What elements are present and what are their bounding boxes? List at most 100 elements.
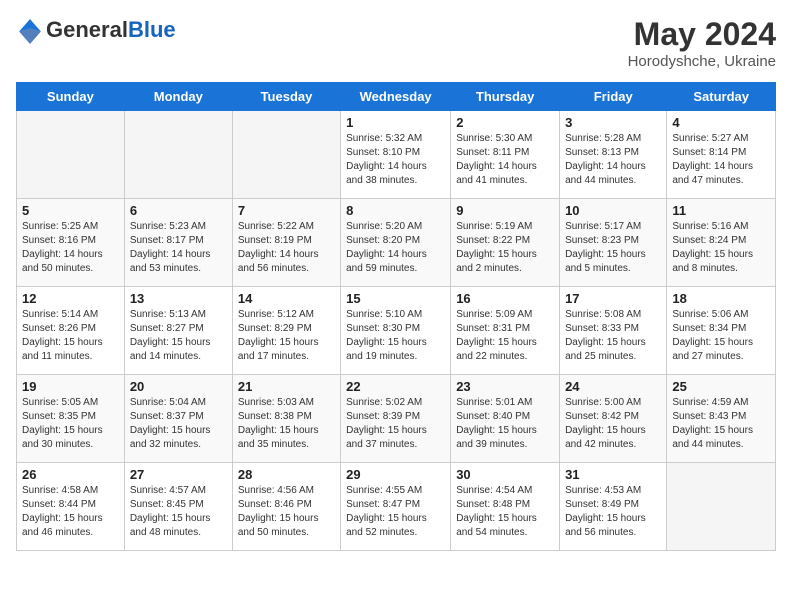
calendar-day-cell: 1 Sunrise: 5:32 AM Sunset: 8:10 PM Daylig…: [341, 111, 451, 199]
day-info: Sunrise: 5:27 AM Sunset: 8:14 PM Dayligh…: [672, 132, 770, 188]
day-number: 4: [672, 115, 770, 130]
calendar-day-cell: 8 Sunrise: 5:20 AM Sunset: 8:20 PM Daylig…: [341, 199, 451, 287]
day-number: 3: [565, 115, 661, 130]
day-info: Sunrise: 5:00 AM Sunset: 8:42 PM Dayligh…: [565, 396, 661, 452]
day-info: Sunrise: 5:30 AM Sunset: 8:11 PM Dayligh…: [456, 132, 554, 188]
day-number: 29: [346, 467, 445, 482]
calendar-day-cell: 14 Sunrise: 5:12 AM Sunset: 8:29 PM Dayli…: [232, 287, 340, 375]
day-number: 23: [456, 379, 554, 394]
day-info: Sunrise: 5:13 AM Sunset: 8:27 PM Dayligh…: [130, 308, 227, 364]
calendar-week-row: 5 Sunrise: 5:25 AM Sunset: 8:16 PM Daylig…: [17, 199, 776, 287]
day-info: Sunrise: 5:32 AM Sunset: 8:10 PM Dayligh…: [346, 132, 445, 188]
calendar-day-cell: 2 Sunrise: 5:30 AM Sunset: 8:11 PM Daylig…: [451, 111, 560, 199]
day-info: Sunrise: 4:59 AM Sunset: 8:43 PM Dayligh…: [672, 396, 770, 452]
weekday-header-cell: Wednesday: [341, 83, 451, 111]
day-info: Sunrise: 5:23 AM Sunset: 8:17 PM Dayligh…: [130, 220, 227, 276]
day-info: Sunrise: 5:19 AM Sunset: 8:22 PM Dayligh…: [456, 220, 554, 276]
calendar-week-row: 12 Sunrise: 5:14 AM Sunset: 8:26 PM Dayli…: [17, 287, 776, 375]
calendar-week-row: 26Sunrise: 4:58 AM Sunset: 8:44 PM Dayli…: [17, 463, 776, 551]
day-info: Sunrise: 5:12 AM Sunset: 8:29 PM Dayligh…: [238, 308, 335, 364]
day-number: 5: [22, 203, 119, 218]
weekday-header-cell: Sunday: [17, 83, 125, 111]
day-info: Sunrise: 5:16 AM Sunset: 8:24 PM Dayligh…: [672, 220, 770, 276]
day-number: 28: [238, 467, 335, 482]
day-number: 10: [565, 203, 661, 218]
month-title: May 2024: [628, 16, 776, 53]
calendar-day-cell: 10 Sunrise: 5:17 AM Sunset: 8:23 PM Dayli…: [560, 199, 667, 287]
calendar-week-row: 1 Sunrise: 5:32 AM Sunset: 8:10 PM Daylig…: [17, 111, 776, 199]
weekday-header-cell: Friday: [560, 83, 667, 111]
calendar-day-cell: 24 Sunrise: 5:00 AM Sunset: 8:42 PM Dayli…: [560, 375, 667, 463]
calendar-day-cell: 22Sunrise: 5:02 AM Sunset: 8:39 PM Dayli…: [341, 375, 451, 463]
day-number: 14: [238, 291, 335, 306]
calendar-day-cell: 19 Sunrise: 5:05 AM Sunset: 8:35 PM Dayli…: [17, 375, 125, 463]
day-number: 12: [22, 291, 119, 306]
day-info: Sunrise: 5:22 AM Sunset: 8:19 PM Dayligh…: [238, 220, 335, 276]
calendar-day-cell: [232, 111, 340, 199]
day-number: 2: [456, 115, 554, 130]
day-info: Sunrise: 4:58 AM Sunset: 8:44 PM Dayligh…: [22, 484, 119, 540]
day-number: 17: [565, 291, 661, 306]
weekday-header-row: SundayMondayTuesdayWednesdayThursdayFrid…: [17, 83, 776, 111]
day-info: Sunrise: 5:02 AM Sunset: 8:39 PM Dayligh…: [346, 396, 445, 452]
calendar-day-cell: 9 Sunrise: 5:19 AM Sunset: 8:22 PM Daylig…: [451, 199, 560, 287]
calendar-day-cell: 20Sunrise: 5:04 AM Sunset: 8:37 PM Dayli…: [124, 375, 232, 463]
day-info: Sunrise: 4:54 AM Sunset: 8:48 PM Dayligh…: [456, 484, 554, 540]
calendar-day-cell: [17, 111, 125, 199]
calendar-day-cell: 30Sunrise: 4:54 AM Sunset: 8:48 PM Dayli…: [451, 463, 560, 551]
day-number: 13: [130, 291, 227, 306]
day-number: 25: [672, 379, 770, 394]
day-number: 18: [672, 291, 770, 306]
calendar-day-cell: 5 Sunrise: 5:25 AM Sunset: 8:16 PM Daylig…: [17, 199, 125, 287]
day-number: 7: [238, 203, 335, 218]
calendar-day-cell: 25 Sunrise: 4:59 AM Sunset: 8:43 PM Dayli…: [667, 375, 776, 463]
logo: GeneralBlue: [16, 16, 176, 44]
weekday-header-cell: Tuesday: [232, 83, 340, 111]
day-info: Sunrise: 5:17 AM Sunset: 8:23 PM Dayligh…: [565, 220, 661, 276]
day-info: Sunrise: 5:25 AM Sunset: 8:16 PM Dayligh…: [22, 220, 119, 276]
day-info: Sunrise: 4:56 AM Sunset: 8:46 PM Dayligh…: [238, 484, 335, 540]
day-info: Sunrise: 5:05 AM Sunset: 8:35 PM Dayligh…: [22, 396, 119, 452]
calendar-week-row: 19 Sunrise: 5:05 AM Sunset: 8:35 PM Dayli…: [17, 375, 776, 463]
calendar-day-cell: 31Sunrise: 4:53 AM Sunset: 8:49 PM Dayli…: [560, 463, 667, 551]
page-header: GeneralBlue May 2024 Horodyshche, Ukrain…: [16, 16, 776, 70]
day-number: 6: [130, 203, 227, 218]
day-info: Sunrise: 4:57 AM Sunset: 8:45 PM Dayligh…: [130, 484, 227, 540]
day-number: 19: [22, 379, 119, 394]
day-info: Sunrise: 5:06 AM Sunset: 8:34 PM Dayligh…: [672, 308, 770, 364]
calendar-day-cell: 6 Sunrise: 5:23 AM Sunset: 8:17 PM Daylig…: [124, 199, 232, 287]
weekday-header-cell: Monday: [124, 83, 232, 111]
location-subtitle: Horodyshche, Ukraine: [628, 53, 776, 70]
day-number: 8: [346, 203, 445, 218]
day-info: Sunrise: 5:10 AM Sunset: 8:30 PM Dayligh…: [346, 308, 445, 364]
day-number: 16: [456, 291, 554, 306]
day-info: Sunrise: 5:28 AM Sunset: 8:13 PM Dayligh…: [565, 132, 661, 188]
day-info: Sunrise: 5:14 AM Sunset: 8:26 PM Dayligh…: [22, 308, 119, 364]
calendar-day-cell: 3 Sunrise: 5:28 AM Sunset: 8:13 PM Daylig…: [560, 111, 667, 199]
calendar-day-cell: 13 Sunrise: 5:13 AM Sunset: 8:27 PM Dayli…: [124, 287, 232, 375]
day-info: Sunrise: 5:20 AM Sunset: 8:20 PM Dayligh…: [346, 220, 445, 276]
day-number: 11: [672, 203, 770, 218]
day-number: 27: [130, 467, 227, 482]
calendar-day-cell: 7 Sunrise: 5:22 AM Sunset: 8:19 PM Daylig…: [232, 199, 340, 287]
day-number: 24: [565, 379, 661, 394]
calendar-day-cell: 28 Sunrise: 4:56 AM Sunset: 8:46 PM Dayli…: [232, 463, 340, 551]
day-number: 9: [456, 203, 554, 218]
calendar-day-cell: 29Sunrise: 4:55 AM Sunset: 8:47 PM Dayli…: [341, 463, 451, 551]
calendar-body: 1 Sunrise: 5:32 AM Sunset: 8:10 PM Daylig…: [17, 111, 776, 551]
day-info: Sunrise: 5:03 AM Sunset: 8:38 PM Dayligh…: [238, 396, 335, 452]
calendar-day-cell: 16Sunrise: 5:09 AM Sunset: 8:31 PM Dayli…: [451, 287, 560, 375]
day-number: 31: [565, 467, 661, 482]
calendar-day-cell: 15 Sunrise: 5:10 AM Sunset: 8:30 PM Dayli…: [341, 287, 451, 375]
calendar-day-cell: 18 Sunrise: 5:06 AM Sunset: 8:34 PM Dayli…: [667, 287, 776, 375]
calendar-day-cell: [124, 111, 232, 199]
calendar-day-cell: 21Sunrise: 5:03 AM Sunset: 8:38 PM Dayli…: [232, 375, 340, 463]
calendar-day-cell: 23Sunrise: 5:01 AM Sunset: 8:40 PM Dayli…: [451, 375, 560, 463]
logo-text-blue: Blue: [128, 17, 176, 42]
day-number: 15: [346, 291, 445, 306]
day-number: 1: [346, 115, 445, 130]
calendar-day-cell: 4 Sunrise: 5:27 AM Sunset: 8:14 PM Daylig…: [667, 111, 776, 199]
calendar-day-cell: 27 Sunrise: 4:57 AM Sunset: 8:45 PM Dayli…: [124, 463, 232, 551]
weekday-header-cell: Thursday: [451, 83, 560, 111]
weekday-header-cell: Saturday: [667, 83, 776, 111]
